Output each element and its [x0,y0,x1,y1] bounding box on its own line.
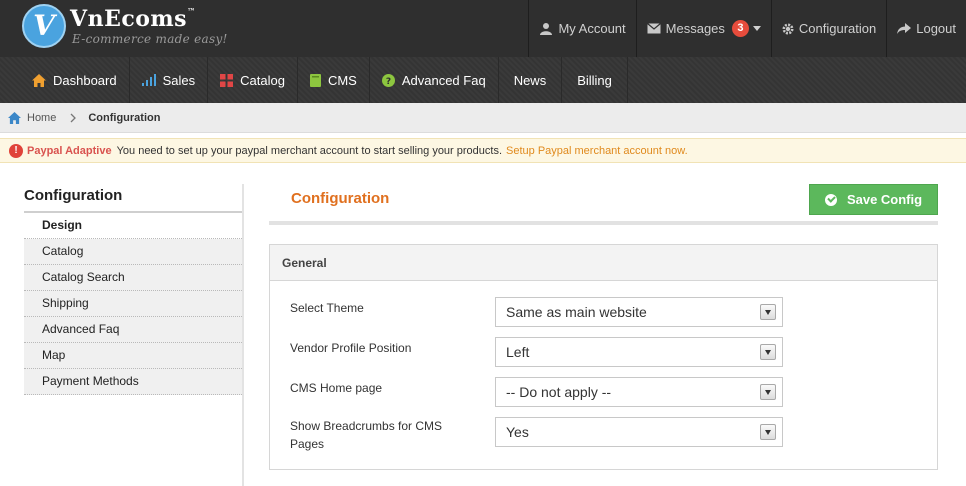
select-theme-dropdown[interactable]: Same as main website [495,297,783,327]
chevron-down-icon [760,344,776,360]
svg-text:?: ? [386,77,391,87]
sidebar-item-design[interactable]: Design [24,213,244,239]
config-sidebar: Configuration Design Catalog Catalog Sea… [24,184,244,395]
chevron-down-icon [760,384,776,400]
logout-link[interactable]: Logout [886,0,966,57]
book-icon [309,73,321,87]
brand-tagline: E-commerce made easy! [72,32,228,46]
breadcrumb-home-link[interactable]: Home [8,111,57,124]
brand-tm: ™ [187,6,196,16]
nav-label: Sales [162,72,196,88]
nav-label: Dashboard [53,72,117,88]
nav-item-advanced-faq[interactable]: ? Advanced Faq [370,57,499,103]
notice-title: Paypal Adaptive [27,144,112,157]
show-breadcrumbs-dropdown[interactable]: Yes [495,417,783,447]
nav-label: Catalog [240,72,285,88]
setup-paypal-link[interactable]: Setup Paypal merchant account now. [506,145,688,157]
nav-label: Advanced Faq [401,72,486,88]
field-label: Show Breadcrumbs for CMS Pages [290,419,443,451]
chevron-down-icon [760,424,776,440]
page-title: Configuration [291,190,390,207]
alert-icon: ! [9,144,23,158]
select-value: -- Do not apply -- [506,384,612,400]
sidebar-item-map[interactable]: Map [24,343,244,369]
panel-header[interactable]: General [270,245,937,281]
chevron-right-icon [70,113,77,122]
top-bar: V VnEcoms™ E-commerce made easy! My Acco… [0,0,966,57]
sidebar-item-catalog[interactable]: Catalog [24,239,244,265]
logo[interactable]: V VnEcoms™ E-commerce made easy! [22,4,242,52]
logout-label: Logout [916,21,956,36]
home-icon [8,111,21,124]
share-arrow-icon [897,22,912,34]
messages-label: Messages [665,21,725,36]
field-label: Select Theme [290,301,364,315]
home-icon [32,73,46,87]
top-links: My Account Messages 3 Configuration Logo… [528,0,966,57]
field-label: Vendor Profile Position [290,341,412,355]
general-panel: General Select Theme Same as main websit… [269,244,938,470]
breadcrumb: Home Configuration [0,103,966,133]
main-nav: Dashboard Sales Catalog CMS ? Advanced F… [0,57,966,103]
chevron-down-icon [752,26,761,31]
chevron-down-icon [760,304,776,320]
nav-label: CMS [327,72,357,88]
messages-link[interactable]: Messages 3 [635,0,771,57]
check-circle-icon [824,193,837,206]
nav-item-sales[interactable]: Sales [130,57,209,103]
title-divider [269,221,938,225]
logo-mark-icon: V [22,4,66,48]
select-value: Yes [506,424,529,440]
envelope-icon [646,23,661,34]
configuration-label: Configuration [798,21,877,36]
save-config-button[interactable]: Save Config [809,184,938,215]
vendor-profile-position-dropdown[interactable]: Left [495,337,783,367]
sidebar-title: Configuration [24,184,244,213]
notice-text: You need to set up your paypal merchant … [116,144,503,157]
user-icon [540,22,553,35]
sidebar-divider [242,184,244,486]
gear-icon [782,23,794,34]
breadcrumb-current: Configuration [88,111,161,124]
grid-icon [220,73,234,87]
select-value: Same as main website [506,304,647,320]
save-config-label: Save Config [846,192,923,207]
my-account-link[interactable]: My Account [528,0,635,57]
brand-name: VnEcoms [70,6,188,32]
nav-label: Billing [577,72,612,88]
sidebar-item-payment-methods[interactable]: Payment Methods [24,369,244,395]
breadcrumb-home-label: Home [27,111,57,124]
bar-chart-icon [141,74,156,86]
nav-item-cms[interactable]: CMS [298,57,370,103]
sidebar-item-shipping[interactable]: Shipping [24,291,244,317]
nav-label: News [513,72,547,88]
sidebar-item-catalog-search[interactable]: Catalog Search [24,265,244,291]
select-value: Left [506,344,530,360]
nav-item-billing[interactable]: Billing [562,57,628,103]
configuration-link[interactable]: Configuration [770,0,886,57]
messages-count-badge: 3 [731,20,749,37]
nav-item-news[interactable]: News [499,57,563,103]
paypal-notice: ! Paypal Adaptive You need to set up you… [0,138,966,163]
my-account-label: My Account [558,21,626,36]
cms-home-page-dropdown[interactable]: -- Do not apply -- [495,377,783,407]
field-label: CMS Home page [290,381,383,395]
sidebar-item-advanced-faq[interactable]: Advanced Faq [24,317,244,343]
question-icon: ? [381,73,395,87]
nav-item-dashboard[interactable]: Dashboard [20,57,130,103]
nav-item-catalog[interactable]: Catalog [208,57,298,103]
